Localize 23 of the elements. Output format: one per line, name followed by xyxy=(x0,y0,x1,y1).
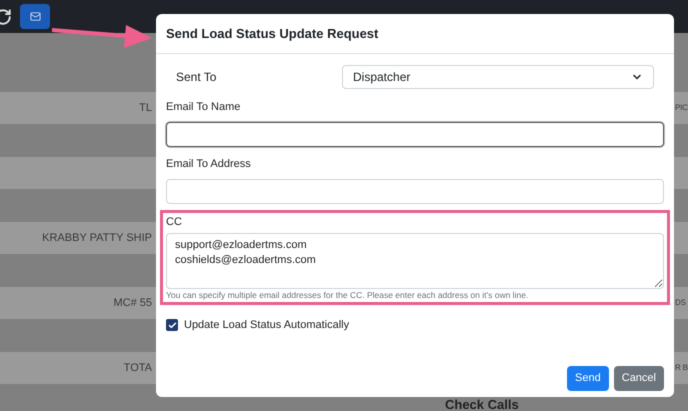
help-text: You can specify multiple email addresses for the CC. Please enter each address on it's own line. xyxy=(166,290,530,301)
field-label: Email To Address xyxy=(166,157,252,171)
mail-button[interactable] xyxy=(20,4,50,29)
table-cell-text: TOTA xyxy=(124,360,152,376)
checkbox[interactable] xyxy=(166,319,178,332)
table-cell: R B xyxy=(675,362,688,374)
envelope-icon xyxy=(30,11,40,22)
checkbox-label: Update Load Status Automatically xyxy=(184,318,350,333)
field-label: Email To Name xyxy=(166,100,242,114)
table-cell: PIC xyxy=(675,102,688,114)
field-label: Sent To xyxy=(175,69,218,86)
modal-title: Send Load Status Update Request xyxy=(166,24,378,43)
table-cell: DS xyxy=(675,297,686,309)
table-cell-text: KRABBY PATTY SHIP xyxy=(42,230,152,246)
table-cell-text: MC# 55 xyxy=(113,296,152,311)
select-field[interactable]: Dispatcher xyxy=(342,65,654,89)
cc-field[interactable]: support@ezloadertms.com coshields@ezloadertms.com xyxy=(166,233,664,289)
table-cell-text: TL xyxy=(139,100,152,116)
text-input-field[interactable] xyxy=(166,122,664,147)
send-button[interactable]: Send xyxy=(567,366,609,391)
field-label: CC xyxy=(166,215,183,229)
cancel-button[interactable]: Cancel xyxy=(614,366,664,391)
section-heading: Check Calls xyxy=(445,398,520,411)
